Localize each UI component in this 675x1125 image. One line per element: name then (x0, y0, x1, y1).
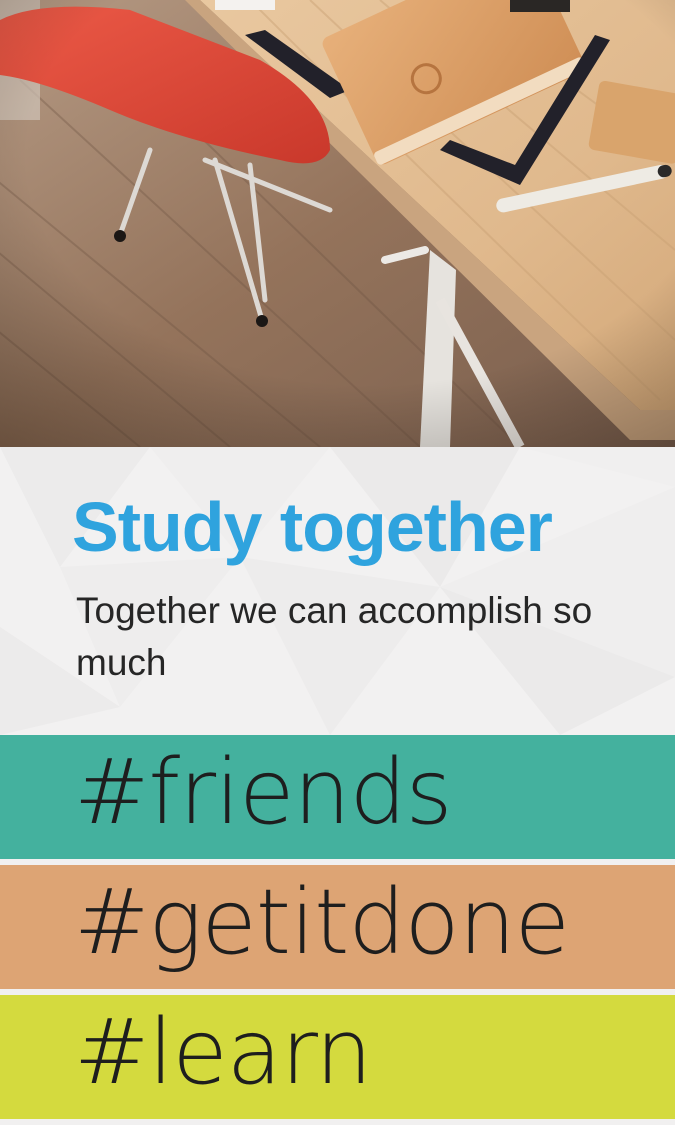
hashtag-bar-learn: #learn (0, 995, 675, 1119)
hashtag-bar-friends: #friends (0, 735, 675, 859)
page-subtitle: Together we can accomplish so much (76, 590, 593, 683)
hashtag-bar-getitdone: #getitdone (0, 865, 675, 989)
desk-photo (0, 0, 675, 447)
hashtag-label: #friends (74, 740, 453, 845)
page-title: Study together (72, 488, 553, 566)
hashtag-label: #getitdone (74, 870, 570, 975)
promo-card: Study together Together we can accomplis… (0, 0, 675, 1125)
intro-section: Study together Together we can accomplis… (0, 447, 675, 735)
hashtag-label: #learn (74, 1000, 372, 1105)
